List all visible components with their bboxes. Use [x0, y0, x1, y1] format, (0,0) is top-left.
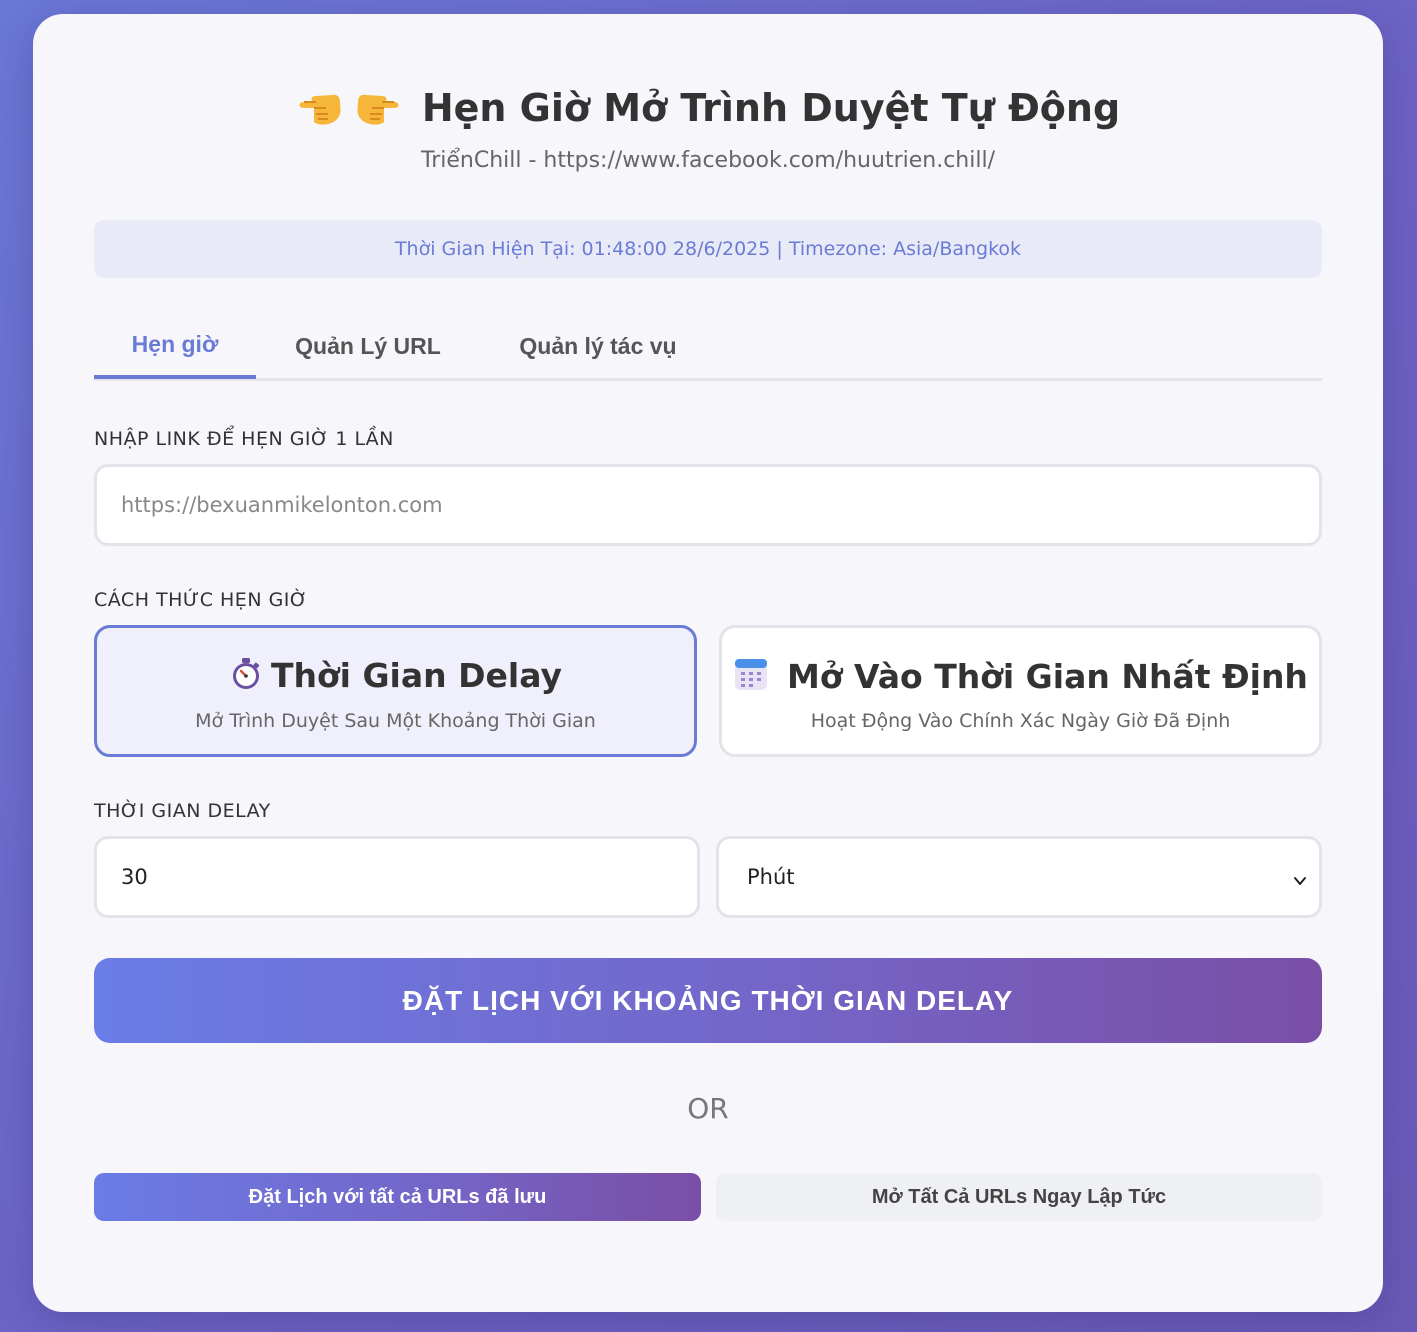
schedule-delay-button[interactable]: ĐẶT LỊCH VỚI KHOẢNG THỜI GIAN DELAY [94, 958, 1322, 1043]
delay-label: THỜI GIAN DELAY [94, 800, 271, 822]
method-delay-desc: Mở Trình Duyệt Sau Một Khoảng Thời Gian [195, 710, 596, 732]
main-card: Hẹn Giờ Mở Trình Duyệt Tự Động TriểnChil… [33, 14, 1383, 1312]
url-input[interactable] [94, 464, 1322, 546]
delay-unit-selected: Phút [747, 865, 795, 889]
delay-unit-select[interactable]: Phút [716, 836, 1322, 918]
method-fixed-time-option[interactable]: Mở Vào Thời Gian Nhất Định Hoạt Động Vào… [719, 625, 1322, 757]
method-delay-option[interactable]: Thời Gian Delay Mở Trình Duyệt Sau Một K… [94, 625, 697, 757]
method-delay-title: Thời Gian Delay [271, 656, 562, 695]
tab-bar: Hẹn giờ Quản Lý URL Quản lý tác vụ [94, 314, 1322, 381]
tab-url-management[interactable]: Quản Lý URL [256, 314, 480, 378]
method-fixed-time-desc: Hoạt Động Vào Chính Xác Ngày Giờ Đã Định [810, 710, 1231, 732]
or-divider: OR [687, 1092, 729, 1125]
method-fixed-time-title: Mở Vào Thời Gian Nhất Định [787, 656, 1308, 696]
current-time-text: Thời Gian Hiện Tại: 01:48:00 28/6/2025 |… [394, 238, 1022, 260]
delay-value-input[interactable]: 30 [94, 836, 700, 918]
calendar-icon [733, 656, 769, 696]
page-title: Hẹn Giờ Mở Trình Duyệt Tự Động [421, 86, 1121, 130]
pointing-left-hand-icon [296, 88, 342, 128]
current-time-banner: Thời Gian Hiện Tại: 01:48:00 28/6/2025 |… [94, 220, 1322, 278]
chevron-down-icon [1293, 869, 1307, 885]
delay-value: 30 [121, 865, 148, 889]
tab-task-management[interactable]: Quản lý tác vụ [480, 314, 716, 378]
stopwatch-icon [229, 657, 263, 695]
pointing-right-hand-icon [356, 88, 402, 128]
page-subtitle: TriểnChill - https://www.facebook.com/hu… [421, 148, 995, 173]
method-label: CÁCH THỨC HẸN GIỜ [94, 589, 308, 611]
schedule-all-urls-button[interactable]: Đặt Lịch với tất cả URLs đã lưu [94, 1173, 701, 1221]
url-input-label: NHẬP LINK ĐỂ HẸN GIỜ 1 LẦN [94, 428, 394, 450]
tab-schedule[interactable]: Hẹn giờ [94, 314, 256, 379]
open-all-urls-button[interactable]: Mở Tất Cả URLs Ngay Lập Tức [716, 1173, 1322, 1221]
header: Hẹn Giờ Mở Trình Duyệt Tự Động [33, 86, 1383, 130]
